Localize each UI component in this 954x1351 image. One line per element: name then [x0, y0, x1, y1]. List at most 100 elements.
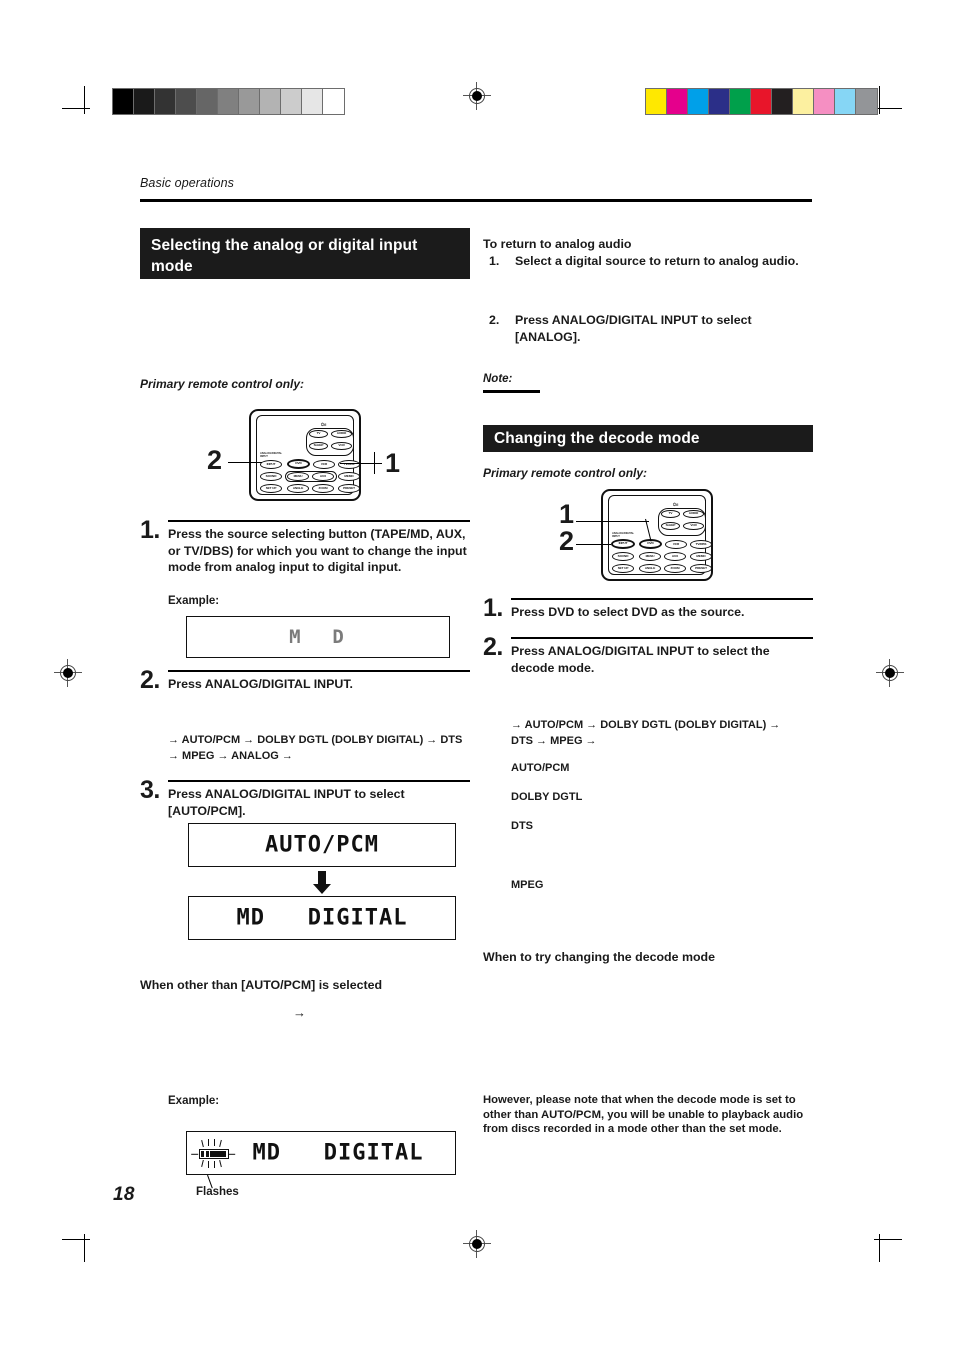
callout-leader-2-left: [228, 462, 262, 464]
however-paragraph: However, please note that when the decod…: [483, 1094, 804, 1135]
color-swatch: [772, 89, 793, 114]
registration-mark-bottom: [463, 1230, 491, 1258]
flashing-indicator-icon: [191, 1139, 237, 1168]
remote-button-preset[interactable]: PRESET: [338, 484, 360, 493]
remote-button-vcr-top[interactable]: VCR: [331, 442, 352, 450]
remote-button-analog-digital-input[interactable]: INPUT: [260, 460, 282, 469]
note-label: Note:: [483, 373, 513, 385]
return-step-2-text: Press ANALOG/DIGITAL INPUT to select [AN…: [515, 313, 752, 344]
grayscale-swatch: [281, 89, 302, 114]
return-step-1: 1. Select a digital source to return to …: [483, 253, 813, 270]
remote-caption-left: Primary remote control only:: [140, 377, 305, 391]
step-1-number: 1.: [140, 516, 160, 544]
remote-button-sleep-2[interactable]: SLEEP: [661, 522, 680, 530]
section-banner-input-mode: Selecting the analog or digital input mo…: [140, 228, 470, 279]
mode-item-dts: DTS: [511, 820, 533, 832]
analog-digital-input-label-2: ANALOG/DIGITAL INPUT: [612, 532, 635, 538]
remote-button-setup[interactable]: SET UP: [260, 484, 282, 493]
display-panel-auto-pcm-text: AUTO/PCM: [265, 832, 379, 858]
remote-button-audio-2[interactable]: AUDIO: [683, 510, 704, 518]
grayscale-swatch: [134, 89, 155, 114]
step-3-text: Press ANALOG/DIGITAL INPUT to select [AU…: [168, 787, 405, 818]
remote-button-zoom-2[interactable]: ZOOM: [664, 564, 686, 573]
color-swatch: [730, 89, 751, 114]
step-1-right: 1. Press DVD to select DVD as the source…: [483, 596, 813, 621]
return-step-2-number: 2.: [489, 313, 500, 327]
grayscale-swatch: [197, 89, 218, 114]
remote-button-tv-dbs-2[interactable]: TV/DBS: [690, 540, 712, 549]
remote-button-aux[interactable]: AUX: [312, 472, 334, 481]
display-panel-md: M D: [186, 616, 450, 658]
remote-button-sound-2[interactable]: SOUND: [612, 552, 634, 561]
display-panel-md-text: M D: [289, 626, 347, 648]
color-swatch: [856, 89, 877, 114]
example-label-2: Example:: [168, 1095, 220, 1107]
remote-illustration-input-mode: ⏻/I TV AUDIO SLEEP VCR ANALOG/DIGITAL INP…: [249, 409, 361, 501]
callout-number-2-left: 2: [207, 445, 223, 475]
grayscale-swatch: [113, 89, 134, 114]
mode-item-mpeg: MPEG: [511, 879, 544, 891]
mode-chain-left: → AUTO/PCM → DOLBY DGTL (DOLBY DIGITAL) …: [168, 734, 463, 762]
color-swatch: [646, 89, 667, 114]
running-head: Basic operations: [140, 176, 235, 190]
remote-button-preset-2[interactable]: PRESET: [690, 564, 712, 573]
color-control-strip: [645, 88, 878, 115]
color-swatch: [793, 89, 814, 114]
remote-button-dvd[interactable]: DVD: [287, 459, 310, 469]
remote-caption-right: Primary remote control only:: [483, 466, 648, 480]
power-icon: ⏻/I: [321, 422, 327, 427]
remote-button-angle[interactable]: ANGLE: [287, 484, 309, 493]
remote-button-vcr-top-2[interactable]: VCR: [683, 522, 704, 530]
remote-button-memo-2[interactable]: MEMO: [690, 552, 712, 561]
mode-item-dolby-dgtl: DOLBY DGTL: [511, 791, 583, 803]
callout-number-1-decode: 1: [559, 499, 575, 529]
section-title-decode: Changing the decode mode: [494, 430, 700, 447]
example-label-1: Example:: [168, 595, 220, 607]
remote-button-menu-2[interactable]: MENU: [639, 552, 661, 561]
remote-button-tv-2[interactable]: TV: [661, 510, 680, 518]
callout-leader-1-right: [340, 463, 382, 465]
section-banner-decode-mode: Changing the decode mode: [483, 425, 813, 452]
grayscale-control-strip: [112, 88, 345, 115]
step-1-right-number: 1.: [483, 594, 503, 622]
step-3-left: 3. Press ANALOG/DIGITAL INPUT to select …: [140, 778, 470, 819]
mode-chain-right: → AUTO/PCM → DOLBY DGTL (DOLBY DIGITAL) …: [511, 719, 781, 747]
analog-digital-input-label: ANALOG/DIGITAL INPUT: [260, 452, 283, 458]
power-icon-2: ⏻/I: [673, 502, 679, 507]
color-swatch: [814, 89, 835, 114]
remote-button-angle-2[interactable]: ANGLE: [639, 564, 661, 573]
color-swatch: [835, 89, 856, 114]
remote-button-menu[interactable]: MENU: [287, 472, 309, 481]
grayscale-swatch: [323, 89, 344, 114]
remote-button-memo[interactable]: MEMO: [338, 472, 360, 481]
remote-button-vcr-2[interactable]: VCR: [665, 540, 687, 549]
grayscale-swatch: [218, 89, 239, 114]
remote-button-tv[interactable]: TV: [309, 430, 328, 438]
crop-mark-bottom-right: [862, 1222, 902, 1262]
remote-button-aux-2[interactable]: AUX: [664, 552, 686, 561]
down-arrow-icon: [312, 871, 332, 895]
return-step-2: 2. Press ANALOG/DIGITAL INPUT to select …: [483, 312, 813, 346]
remote-button-zoom[interactable]: ZOOM: [312, 484, 334, 493]
stray-arrow-glyph: →: [293, 1005, 306, 1020]
crop-mark-bottom-left: [62, 1222, 102, 1262]
display-panel-md-digital-text: MD DIGITAL: [236, 905, 408, 931]
registration-mark-top: [463, 82, 491, 110]
step-1-rule: [168, 520, 470, 522]
callout-bracket-1-right: [374, 452, 376, 474]
remote-button-tv-dbs[interactable]: TV/DBS: [338, 460, 360, 469]
step-3-number: 3.: [140, 776, 160, 804]
mode-item-auto-pcm: AUTO/PCM: [511, 762, 570, 774]
return-step-1-text: Select a digital source to return to ana…: [515, 254, 799, 268]
remote-button-vcr[interactable]: VCR: [313, 460, 335, 469]
return-step-1-number: 1.: [489, 254, 500, 268]
display-panel-md-digital: MD DIGITAL: [188, 896, 456, 940]
remote-button-analog-digital-input-2[interactable]: INPUT: [611, 539, 635, 549]
remote-button-audio[interactable]: AUDIO: [331, 430, 352, 438]
other-than-heading: When other than [AUTO/PCM] is selected: [140, 978, 383, 992]
remote-button-sleep[interactable]: SLEEP: [309, 442, 328, 450]
grayscale-swatch: [302, 89, 323, 114]
remote-button-sound[interactable]: SOUND: [260, 472, 282, 481]
remote-button-setup-2[interactable]: SET UP: [612, 564, 634, 573]
step-1-left: 1. Press the source selecting button (TA…: [140, 518, 470, 576]
